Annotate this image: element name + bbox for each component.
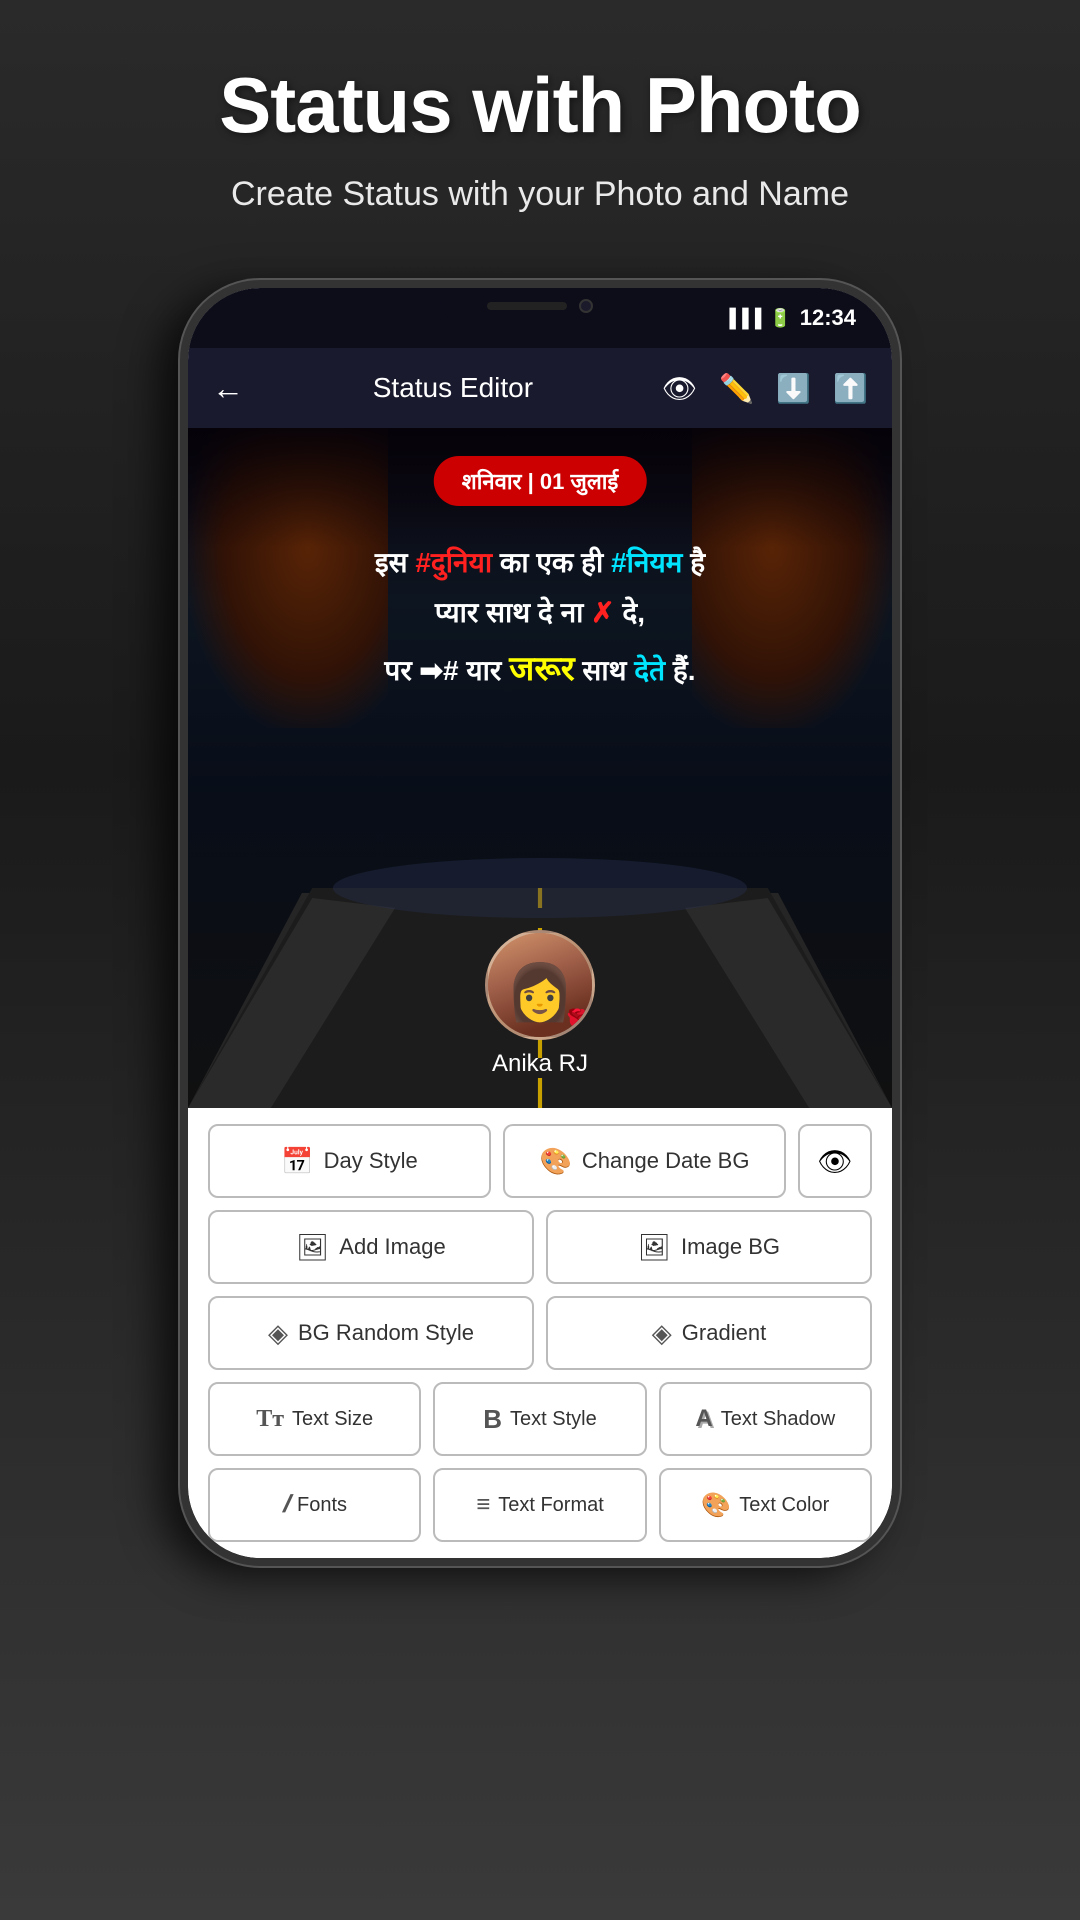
change-date-bg-label: Change Date BG: [582, 1148, 750, 1174]
quote-line-2: प्यार साथ दे ना ✗ दे,: [212, 588, 868, 638]
text-style-icon: B: [483, 1404, 502, 1435]
controls-panel: 📅 Day Style 🎨 Change Date BG 👁 🖼: [188, 1108, 892, 1558]
fonts-label: Fonts: [297, 1494, 347, 1517]
text-size-icon: Tт: [256, 1406, 284, 1433]
fonts-icon: 𝐼: [282, 1491, 289, 1519]
camera-dot: [579, 299, 593, 313]
app-bar: ← Status Editor 👁 ✏️ ⬇️ ⬆️: [188, 348, 892, 428]
change-date-bg-button[interactable]: 🎨 Change Date BG: [503, 1124, 786, 1198]
speaker: [487, 302, 567, 310]
quote-line-1: इस #दुनिया का एक ही #नियम है: [212, 538, 868, 588]
eye-toggle-icon: 👁: [817, 1145, 853, 1178]
image-bg-label: Image BG: [681, 1234, 780, 1260]
battery-icon: 🔋: [769, 308, 791, 329]
canvas-area: शनिवार | 01 जुलाई इस #दुनिया का एक ही #न…: [188, 428, 892, 1108]
image-bg-icon: 🖼: [638, 1232, 671, 1263]
pen-icon[interactable]: ✏️: [719, 372, 754, 405]
controls-row-1: 📅 Day Style 🎨 Change Date BG 👁: [208, 1124, 872, 1198]
text-shadow-icon: A: [695, 1405, 712, 1433]
day-style-button[interactable]: 📅 Day Style: [208, 1124, 491, 1198]
day-style-label: Day Style: [324, 1148, 418, 1174]
phone-screen: ▐▐▐ 🔋 12:34 ← Status Editor 👁 ✏️ ⬇️ ⬆️: [188, 288, 892, 1558]
back-button[interactable]: ←: [212, 370, 244, 407]
gradient-button[interactable]: ◈ Gradient: [546, 1296, 872, 1370]
text-color-button[interactable]: 🎨 Text Color: [659, 1468, 872, 1542]
avatar: 👩 🌹: [485, 930, 595, 1040]
app-bar-title: Status Editor: [264, 372, 642, 404]
text-format-icon: ≡: [476, 1491, 490, 1519]
image-add-icon: 🖼: [296, 1232, 329, 1263]
app-title: Status with Photo: [0, 0, 1080, 151]
controls-row-4: Tт Text Size B Text Style A Text Shadow: [208, 1382, 872, 1456]
text-format-button[interactable]: ≡ Text Format: [433, 1468, 646, 1542]
text-style-label: Text Style: [510, 1408, 597, 1431]
quote-container: इस #दुनिया का एक ही #नियम है प्यार साथ द…: [188, 518, 892, 720]
bg-random-icon: ◈: [268, 1318, 288, 1349]
controls-row-5: 𝐼 Fonts ≡ Text Format 🎨 Text Color: [208, 1468, 872, 1542]
download-icon[interactable]: ⬇️: [776, 372, 811, 405]
status-bar: ▐▐▐ 🔋 12:34: [188, 288, 892, 348]
text-style-button[interactable]: B Text Style: [433, 1382, 646, 1456]
profile-section: 👩 🌹 Anika RJ: [485, 930, 595, 1078]
text-format-label: Text Format: [498, 1494, 604, 1517]
status-icons: ▐▐▐ 🔋 12:34: [723, 305, 856, 331]
app-bar-actions: 👁 ✏️ ⬇️ ⬆️: [662, 372, 868, 405]
add-image-label: Add Image: [339, 1234, 445, 1260]
paint-icon: 🎨: [540, 1146, 572, 1177]
bg-random-style-label: BG Random Style: [298, 1320, 474, 1346]
image-bg-button[interactable]: 🖼 Image BG: [546, 1210, 872, 1284]
gradient-icon: ◈: [652, 1318, 672, 1349]
phone-frame: ▐▐▐ 🔋 12:34 ← Status Editor 👁 ✏️ ⬇️ ⬆️: [180, 280, 900, 1566]
text-shadow-label: Text Shadow: [721, 1408, 836, 1431]
add-image-button[interactable]: 🖼 Add Image: [208, 1210, 534, 1284]
app-subtitle: Create Status with your Photo and Name: [0, 175, 1080, 214]
eye-icon[interactable]: 👁: [662, 372, 698, 405]
text-color-icon: 🎨: [701, 1491, 731, 1520]
notch: [440, 288, 640, 324]
status-time: 12:34: [800, 305, 856, 331]
quote-line-3: पर ➡# यार जरूर साथ देते हैं.: [212, 639, 868, 700]
text-color-label: Text Color: [739, 1494, 829, 1517]
text-size-button[interactable]: Tт Text Size: [208, 1382, 421, 1456]
gradient-label: Gradient: [682, 1320, 766, 1346]
share-icon[interactable]: ⬆️: [833, 372, 868, 405]
text-size-label: Text Size: [292, 1408, 373, 1431]
eye-toggle-button[interactable]: 👁: [798, 1124, 872, 1198]
calendar-icon: 📅: [281, 1146, 313, 1177]
controls-row-3: ◈ BG Random Style ◈ Gradient: [208, 1296, 872, 1370]
profile-name: Anika RJ: [492, 1050, 588, 1078]
signal-icon: ▐▐▐: [723, 308, 761, 329]
text-shadow-button[interactable]: A Text Shadow: [659, 1382, 872, 1456]
phone-wrapper: ▐▐▐ 🔋 12:34 ← Status Editor 👁 ✏️ ⬇️ ⬆️: [180, 280, 900, 1566]
fonts-button[interactable]: 𝐼 Fonts: [208, 1468, 421, 1542]
controls-row-2: 🖼 Add Image 🖼 Image BG: [208, 1210, 872, 1284]
bg-random-style-button[interactable]: ◈ BG Random Style: [208, 1296, 534, 1370]
date-badge: शनिवार | 01 जुलाई: [434, 456, 647, 506]
